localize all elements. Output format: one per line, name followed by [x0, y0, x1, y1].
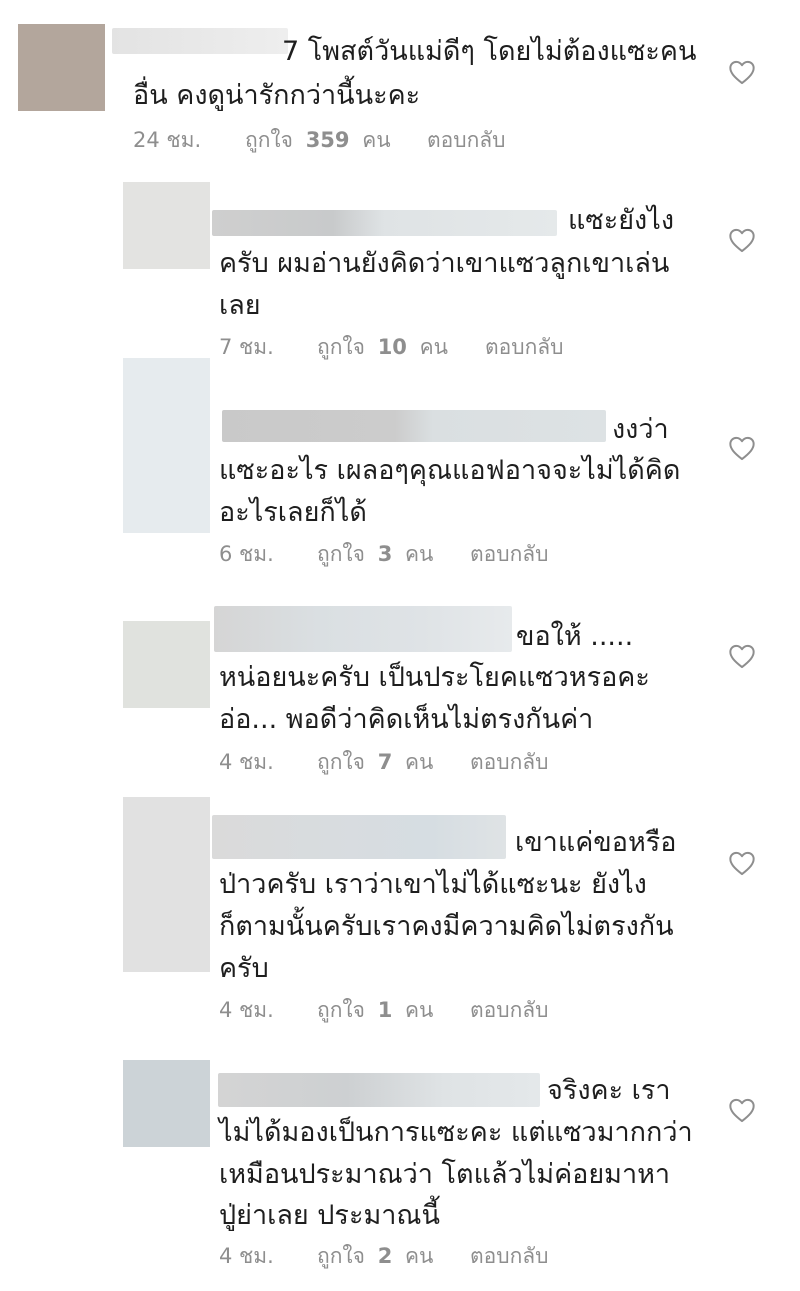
avatar[interactable]: [123, 797, 210, 972]
likes-number: 10: [377, 335, 407, 359]
likes-suffix: คน: [419, 335, 449, 359]
likes-suffix: คน: [405, 542, 434, 566]
blurred-username: [212, 815, 506, 859]
heart-outline-icon[interactable]: [728, 59, 756, 85]
likes-prefix: ถูกใจ: [317, 335, 365, 359]
comment-text-line: อื่น คงดูน่ารักกว่านี้นะคะ: [133, 80, 421, 111]
avatar[interactable]: [123, 621, 210, 708]
blurred-username: [212, 210, 557, 236]
timestamp: 4 ชม.: [219, 998, 274, 1022]
blurred-username: [218, 1073, 540, 1107]
likes-suffix: คน: [405, 1244, 434, 1268]
likes-suffix: คน: [362, 128, 391, 152]
heart-outline-icon[interactable]: [728, 1097, 756, 1123]
timestamp: 6 ชม.: [219, 542, 274, 566]
comment-text-line: อ่อ... พอดีว่าคิดเห็นไม่ตรงกันค่า: [219, 704, 594, 735]
timestamp: 24 ชม.: [133, 128, 202, 152]
reply-button[interactable]: ตอบกลับ: [485, 331, 564, 364]
timestamp: 4 ชม.: [219, 750, 274, 774]
comment-meta: 24 ชม. ถูกใจ 359 คน ตอบกลับ: [133, 124, 593, 152]
likes-prefix: ถูกใจ: [317, 542, 365, 566]
likes-prefix: ถูกใจ: [317, 998, 365, 1022]
timestamp: 7 ชม.: [219, 335, 274, 359]
like-count[interactable]: ถูกใจ 3 คน: [317, 538, 433, 571]
timestamp: 4 ชม.: [219, 1244, 274, 1268]
reply-button[interactable]: ตอบกลับ: [470, 994, 549, 1027]
heart-outline-icon[interactable]: [728, 435, 756, 461]
avatar[interactable]: [18, 24, 105, 111]
comment-text-line: ปู่ย่าเลย ประมาณนี้: [219, 1200, 440, 1231]
blurred-username: [112, 28, 288, 54]
like-count[interactable]: ถูกใจ 2 คน: [317, 1240, 433, 1273]
like-count[interactable]: ถูกใจ 10 คน: [317, 331, 448, 364]
likes-number: 359: [305, 128, 350, 152]
comment-text-line: เหมือนประมาณว่า โตแล้วไม่ค่อยมาหา: [219, 1159, 671, 1190]
comment-text-line: อะไรเลยก็ได้: [219, 497, 367, 528]
likes-suffix: คน: [405, 750, 434, 774]
comment-meta: 7 ชม. ถูกใจ 10 คน ตอบกลับ: [219, 331, 679, 359]
blurred-username: [214, 606, 512, 652]
comment-text-line: 7 โพสต์วันแม่ดีๆ โดยไม่ต้องแซะคน: [282, 36, 697, 67]
like-count[interactable]: ถูกใจ 359 คน: [245, 124, 391, 157]
like-count[interactable]: ถูกใจ 7 คน: [317, 746, 433, 779]
comment-meta: 4 ชม. ถูกใจ 2 คน ตอบกลับ: [219, 1240, 679, 1268]
comment-text-line: เขาแค่ขอหรือ: [515, 827, 677, 858]
likes-number: 1: [377, 998, 393, 1022]
reply-button[interactable]: ตอบกลับ: [470, 746, 549, 779]
avatar[interactable]: [123, 358, 210, 533]
comment-text-line: แซะยังไง: [568, 205, 674, 236]
comment-text-line: งงว่า: [612, 414, 669, 445]
blurred-username: [222, 410, 606, 442]
like-count[interactable]: ถูกใจ 1 คน: [317, 994, 433, 1027]
comment-text-line: ก็ตามนั้นครับเราคงมีความคิดไม่ตรงกัน: [219, 911, 674, 942]
reply-button[interactable]: ตอบกลับ: [427, 124, 506, 157]
comment-meta: 4 ชม. ถูกใจ 1 คน ตอบกลับ: [219, 994, 679, 1022]
comment-text-line: ครับ: [219, 953, 269, 984]
heart-outline-icon[interactable]: [728, 227, 756, 253]
likes-prefix: ถูกใจ: [245, 128, 293, 152]
comment-text-line: หน่อยนะครับ เป็นประโยคแซวหรอคะ: [219, 662, 650, 693]
comment-meta: 6 ชม. ถูกใจ 3 คน ตอบกลับ: [219, 538, 679, 566]
comment-meta: 4 ชม. ถูกใจ 7 คน ตอบกลับ: [219, 746, 679, 774]
comment-text-line: ไม่ได้มองเป็นการแซะคะ แต่แซวมากกว่า: [219, 1117, 693, 1148]
likes-number: 7: [377, 750, 393, 774]
heart-outline-icon[interactable]: [728, 850, 756, 876]
likes-number: 3: [377, 542, 393, 566]
comment-text-line: แซะอะไร เผลอๆคุณแอฟอาจจะไม่ได้คิด: [219, 455, 681, 486]
reply-button[interactable]: ตอบกลับ: [470, 538, 549, 571]
comment-text-line: ขอให้ .....: [516, 621, 634, 652]
likes-prefix: ถูกใจ: [317, 750, 365, 774]
likes-suffix: คน: [405, 998, 434, 1022]
likes-number: 2: [377, 1244, 393, 1268]
comment-text-line: ครับ ผมอ่านยังคิดว่าเขาแซวลูกเขาเล่น: [219, 248, 670, 279]
comment-text-line: เลย: [219, 290, 261, 321]
avatar[interactable]: [123, 1060, 210, 1147]
comment-text-line: จริงคะ เรา: [547, 1075, 671, 1106]
avatar[interactable]: [123, 182, 210, 269]
reply-button[interactable]: ตอบกลับ: [470, 1240, 549, 1273]
likes-prefix: ถูกใจ: [317, 1244, 365, 1268]
heart-outline-icon[interactable]: [728, 643, 756, 669]
comment-text-line: ป่าวครับ เราว่าเขาไม่ได้แซะนะ ยังไง: [219, 869, 647, 900]
